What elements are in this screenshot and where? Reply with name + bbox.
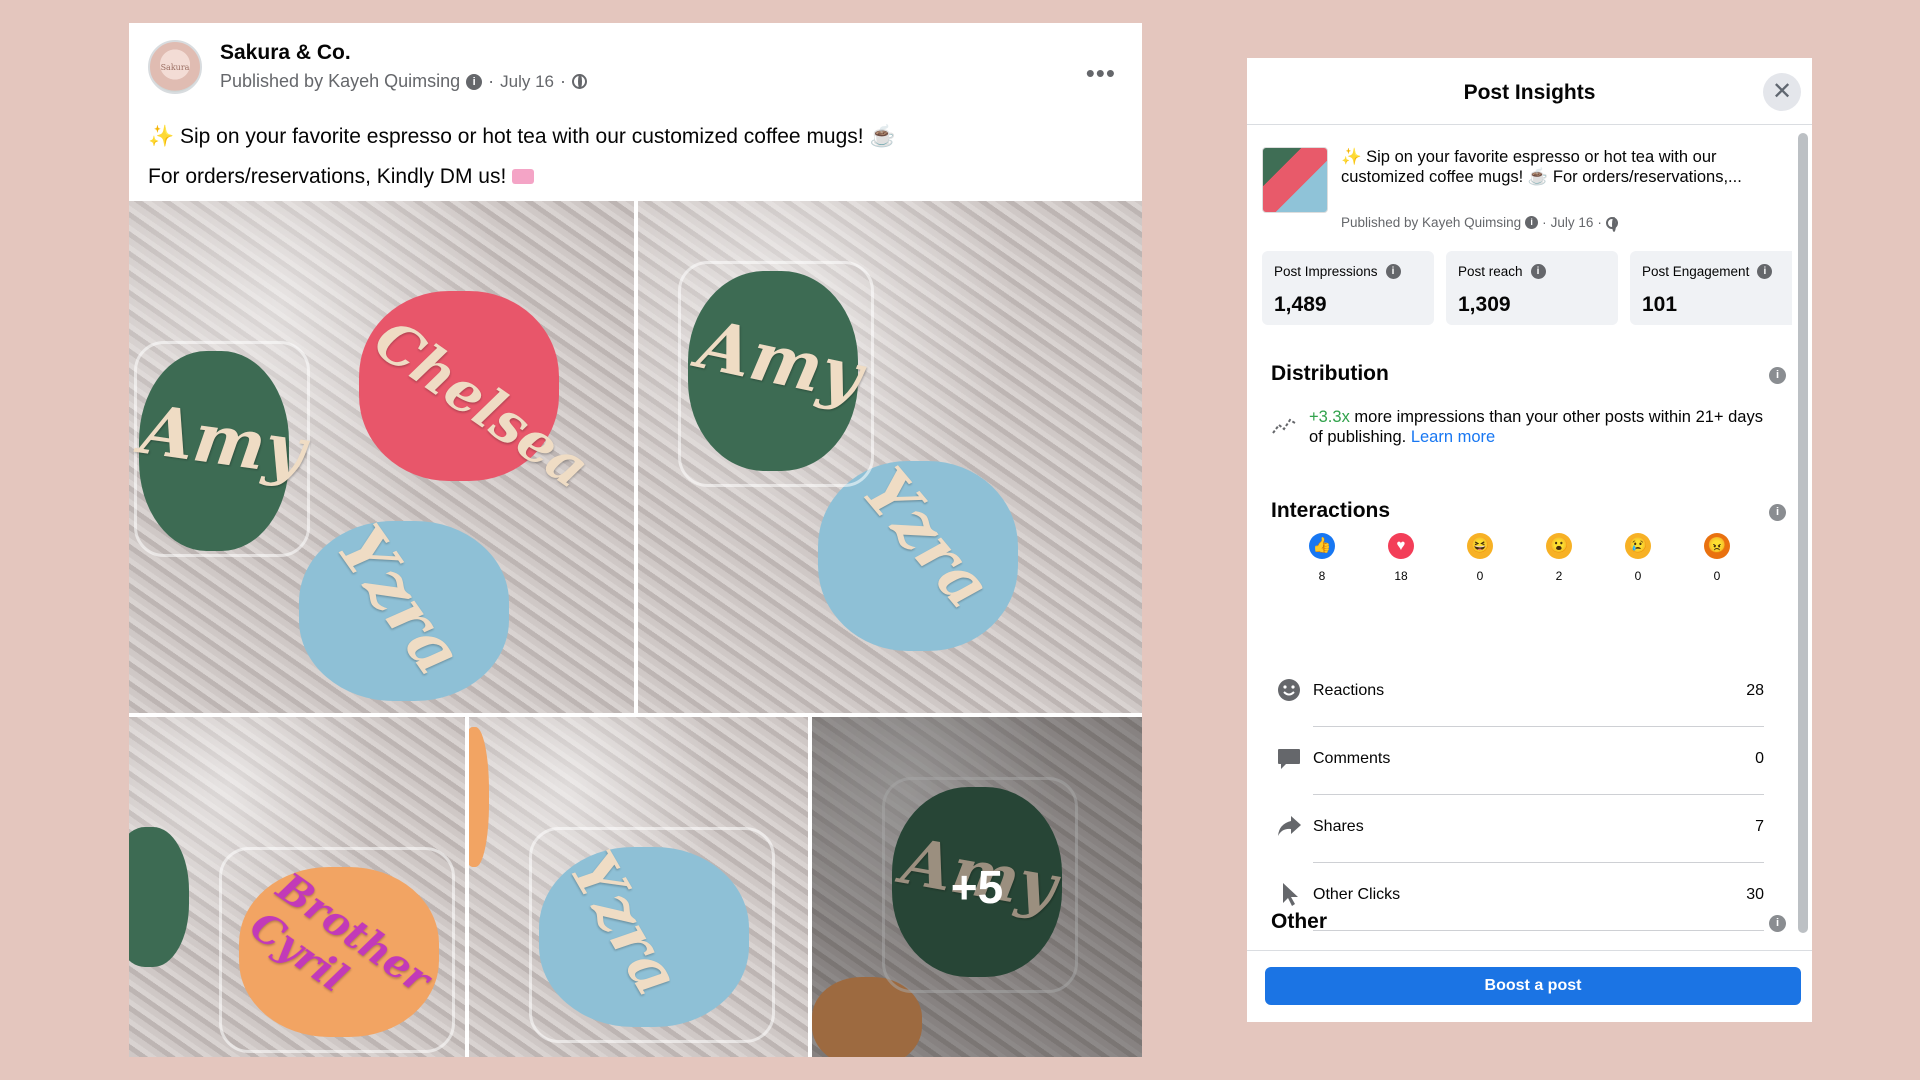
sparkles-icon: ✨ [148, 125, 175, 148]
coffee-icon: ☕ [869, 125, 896, 148]
photo-3[interactable]: Brother Cyril [129, 717, 465, 1057]
boost-post-button[interactable]: Boost a post [1265, 967, 1801, 1005]
scrollbar-thumb[interactable] [1798, 133, 1808, 933]
globe-icon [572, 74, 588, 89]
distribution-text: +3.3x more impressions than your other p… [1309, 408, 1763, 446]
insights-header: Post Insights ✕ [1247, 58, 1812, 125]
other-info[interactable]: i [1769, 913, 1786, 932]
post-header: Sakura Sakura & Co. Published by Kayeh Q… [129, 23, 1142, 109]
interactions-info[interactable]: i [1769, 502, 1786, 521]
photo-2[interactable]: Amy Yzra [638, 201, 1142, 713]
love-letter-icon [512, 169, 535, 184]
insights-footer: Boost a post [1247, 950, 1812, 1022]
smiley-icon [1278, 679, 1300, 701]
more-options-button[interactable]: ••• [1086, 60, 1116, 86]
post-card: Sakura Sakura & Co. Published by Kayeh Q… [129, 23, 1142, 1057]
info-icon[interactable]: i [1757, 264, 1773, 279]
photo-5[interactable]: Amy +5 [812, 717, 1142, 1057]
insights-body[interactable]: ✨ Sip on your favorite espresso or hot t… [1247, 125, 1792, 950]
post-preview: ✨ Sip on your favorite espresso or hot t… [1262, 145, 1787, 232]
page-name[interactable]: Sakura & Co. [220, 41, 351, 65]
sad-face-icon: 😢 [1625, 533, 1651, 559]
stat-value: 1,489 [1274, 293, 1327, 316]
stat-value: 101 [1642, 293, 1678, 316]
info-icon: i [1525, 216, 1539, 229]
more-photos-overlay[interactable]: +5 [812, 717, 1142, 1057]
divider [1313, 726, 1764, 727]
post-thumbnail [1262, 147, 1328, 213]
surprised-face-icon: 😮 [1546, 533, 1572, 559]
cursor-icon [1283, 883, 1298, 906]
reaction-love: ♥ 18 [1381, 533, 1421, 583]
other-title: Other [1271, 910, 1328, 933]
sparkles-icon: ✨ [1341, 148, 1362, 166]
insights-title: Post Insights [1463, 81, 1596, 104]
metric-reactions[interactable]: Reactions 28 [1271, 677, 1776, 745]
info-icon[interactable]: i [1769, 915, 1786, 932]
reaction-wow: 😮 2 [1539, 533, 1579, 583]
metric-shares[interactable]: Shares 7 [1271, 813, 1776, 881]
reaction-like: 👍 8 [1302, 533, 1342, 583]
globe-icon [1605, 216, 1618, 232]
info-icon[interactable]: i [1385, 264, 1401, 279]
more-photos-count: +5 [950, 861, 1004, 913]
distribution-title: Distribution [1271, 362, 1389, 385]
photo-4[interactable]: Yzra [469, 717, 808, 1057]
heart-icon: ♥ [1388, 533, 1414, 559]
post-meta: Published by Kayeh Quimsing i · July 16 … [220, 71, 588, 92]
post-insights-panel: Post Insights ✕ ✨ Sip on your favorite e… [1247, 58, 1812, 1022]
stat-engagement: Post Engagement i 101 [1630, 251, 1792, 325]
scrollbar[interactable] [1796, 125, 1808, 950]
stat-reach: Post reach i 1,309 [1446, 251, 1618, 325]
reaction-haha: 😆 0 [1460, 533, 1500, 583]
learn-more-link[interactable]: Learn more [1411, 428, 1495, 446]
metric-comments[interactable]: Comments 0 [1271, 745, 1776, 813]
reaction-angry: 😠 0 [1697, 533, 1737, 583]
reaction-sad: 😢 0 [1618, 533, 1658, 583]
preview-text: ✨ Sip on your favorite espresso or hot t… [1341, 148, 1742, 186]
info-icon[interactable]: i [1530, 264, 1546, 279]
stat-value: 1,309 [1458, 293, 1511, 316]
angry-face-icon: 😠 [1704, 533, 1730, 559]
metric-other-clicks[interactable]: Other Clicks 30 [1271, 881, 1776, 949]
caption-line-2: For orders/reservations, Kindly DM us! [148, 157, 896, 197]
reaction-breakdown: 👍 8 ♥ 18 😆 0 😮 2 😢 0 😠 0 [1302, 533, 1762, 593]
stat-impressions: Post Impressions i 1,489 [1262, 251, 1434, 325]
page-avatar[interactable]: Sakura [148, 40, 202, 94]
divider [1313, 794, 1764, 795]
share-arrow-icon [1278, 816, 1301, 836]
info-icon[interactable]: i [1769, 367, 1786, 384]
caption-line-1: ✨ Sip on your favorite espresso or hot t… [148, 125, 896, 148]
photo-1[interactable]: Amy Chelsea Yzra [129, 201, 634, 713]
post-date[interactable]: July 16 [500, 72, 554, 92]
preview-meta: Published by Kayeh Quimsing i · July 16 … [1341, 215, 1618, 232]
info-icon[interactable]: i [466, 73, 483, 90]
stats-row: Post Impressions i 1,489 Post reach i 1,30… [1262, 251, 1792, 325]
post-caption: ✨ Sip on your favorite espresso or hot t… [148, 117, 896, 197]
trend-icon [1272, 418, 1296, 434]
comment-bubble-icon [1278, 749, 1300, 769]
info-icon[interactable]: i [1769, 504, 1786, 521]
photo-grid: Amy Chelsea Yzra Amy Yzra Brother Cyril … [129, 201, 1142, 1057]
thumbs-up-icon: 👍 [1309, 533, 1335, 559]
laughing-face-icon: 😆 [1467, 533, 1493, 559]
distribution-info[interactable]: i [1769, 365, 1786, 384]
published-by-text: Published by Kayeh Quimsing [220, 71, 461, 91]
interactions-title: Interactions [1271, 499, 1391, 522]
divider [1313, 862, 1764, 863]
close-icon[interactable]: ✕ [1763, 73, 1801, 111]
distribution-summary: +3.3x more impressions than your other p… [1271, 407, 1776, 451]
divider [1313, 930, 1764, 931]
